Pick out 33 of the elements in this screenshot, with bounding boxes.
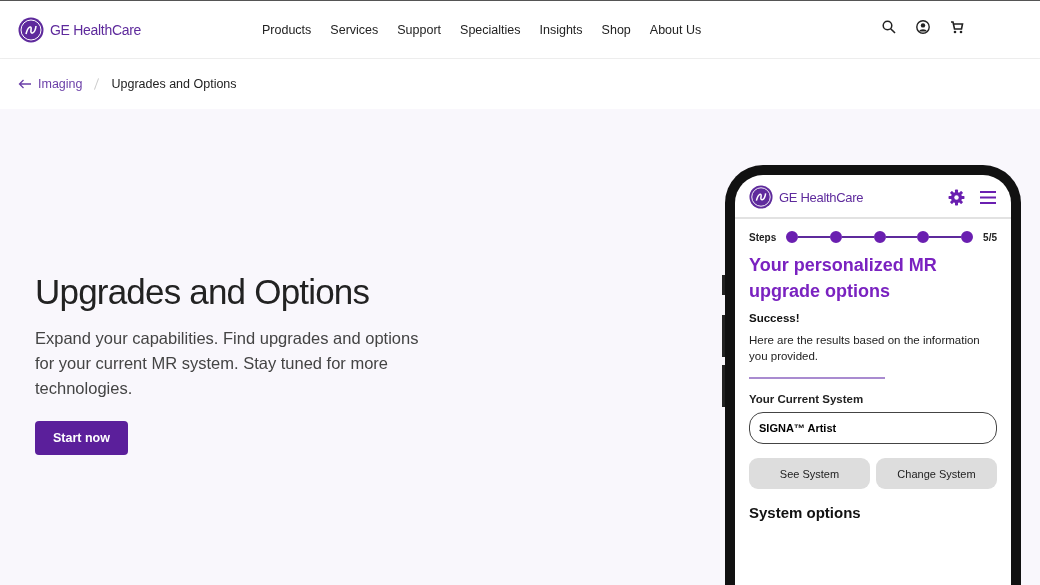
arrow-left-icon bbox=[18, 79, 32, 89]
logo-icon[interactable] bbox=[18, 16, 44, 43]
search-icon[interactable] bbox=[882, 19, 896, 34]
cart-icon[interactable] bbox=[950, 19, 964, 34]
nav-link[interactable]: Products bbox=[262, 22, 312, 37]
results-title: Your personalized MR upgrade options bbox=[749, 254, 938, 303]
nav-link[interactable]: About Us bbox=[649, 22, 702, 37]
hero-title: Upgrades and Options bbox=[35, 272, 371, 312]
success-label: Success! bbox=[749, 312, 801, 324]
system-label: Your Current System bbox=[749, 393, 865, 405]
settings-icon[interactable] bbox=[948, 188, 965, 206]
breadcrumb-current: Upgrades and Options bbox=[111, 77, 237, 91]
system-button[interactable]: Change System bbox=[876, 458, 997, 489]
nav-link[interactable]: Specialties bbox=[460, 22, 521, 37]
brand-name: GE HealthCare bbox=[779, 189, 865, 205]
steps-label: Steps bbox=[749, 231, 777, 243]
nav-link[interactable]: Insights bbox=[539, 22, 583, 37]
results-message: Here are the results based on the information you provided. bbox=[749, 333, 981, 364]
account-icon[interactable] bbox=[916, 19, 930, 34]
breadcrumb-link[interactable]: Imaging bbox=[38, 77, 83, 91]
back-link[interactable]: Imaging bbox=[18, 77, 83, 91]
start-button[interactable]: Start now bbox=[35, 421, 128, 455]
logo-icon bbox=[749, 185, 773, 209]
options-title: System options bbox=[749, 504, 862, 521]
nav-link[interactable]: Services bbox=[330, 22, 379, 37]
brand-name[interactable]: GE HealthCare bbox=[50, 21, 142, 38]
menu-icon[interactable] bbox=[979, 189, 997, 205]
nav-link[interactable]: Shop bbox=[601, 22, 631, 37]
nav-link[interactable]: Support bbox=[397, 22, 442, 37]
system-field[interactable]: SIGNA™ Artist bbox=[749, 412, 997, 444]
hero-text: Expand your capabilities. Find upgrades and options for your current MR system. Stay tuned for more technologies. bbox=[35, 328, 420, 399]
steps-count: 5/5 bbox=[983, 231, 997, 243]
system-button[interactable]: See System bbox=[749, 458, 870, 489]
